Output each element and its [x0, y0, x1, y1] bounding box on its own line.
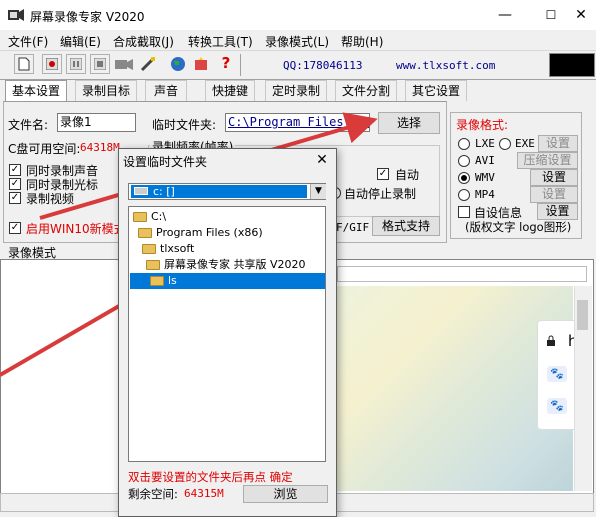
folder-dialog: 设置临时文件夹 ✕ c: [] ▼ C:\ Program Files (x86…: [118, 148, 337, 517]
folder-tree: C:\ Program Files (x86) tlxsoft 屏幕录像专家 共…: [128, 206, 326, 462]
folder-open-icon: [142, 244, 156, 254]
remaining-space-value: 64315M: [184, 487, 224, 500]
tree-item-label: ls: [168, 274, 177, 287]
tree-item-ls[interactable]: ls: [150, 273, 177, 289]
drive-icon: [134, 187, 148, 195]
browse-button[interactable]: 浏览: [243, 485, 328, 503]
folder-open-icon: [138, 228, 152, 238]
tree-item-app-folder[interactable]: 屏幕录像专家 共享版 V2020: [146, 257, 306, 273]
tree-item-label: C:\: [151, 210, 167, 223]
tree-item-drive-root[interactable]: C:\: [133, 209, 166, 225]
drive-select[interactable]: c: [] ▼: [128, 183, 326, 200]
tree-item-label: Program Files (x86): [156, 226, 263, 239]
tree-item-label: 屏幕录像专家 共享版 V2020: [164, 258, 306, 271]
tree-item-tlxsoft[interactable]: tlxsoft: [142, 241, 194, 257]
tree-item-program-files[interactable]: Program Files (x86): [138, 225, 263, 241]
remaining-space-label: 剩余空间:: [128, 487, 178, 501]
dialog-close-button[interactable]: ✕: [313, 151, 331, 169]
dialog-hint: 双击要设置的文件夹后再点 确定: [128, 470, 293, 484]
chevron-down-icon[interactable]: ▼: [310, 184, 326, 199]
folder-open-icon: [133, 212, 147, 222]
dialog-title: 设置临时文件夹: [123, 155, 208, 169]
tree-item-label: tlxsoft: [160, 242, 195, 255]
folder-open-icon: [150, 276, 164, 286]
folder-open-icon: [146, 260, 160, 270]
drive-label: c: []: [153, 185, 175, 198]
